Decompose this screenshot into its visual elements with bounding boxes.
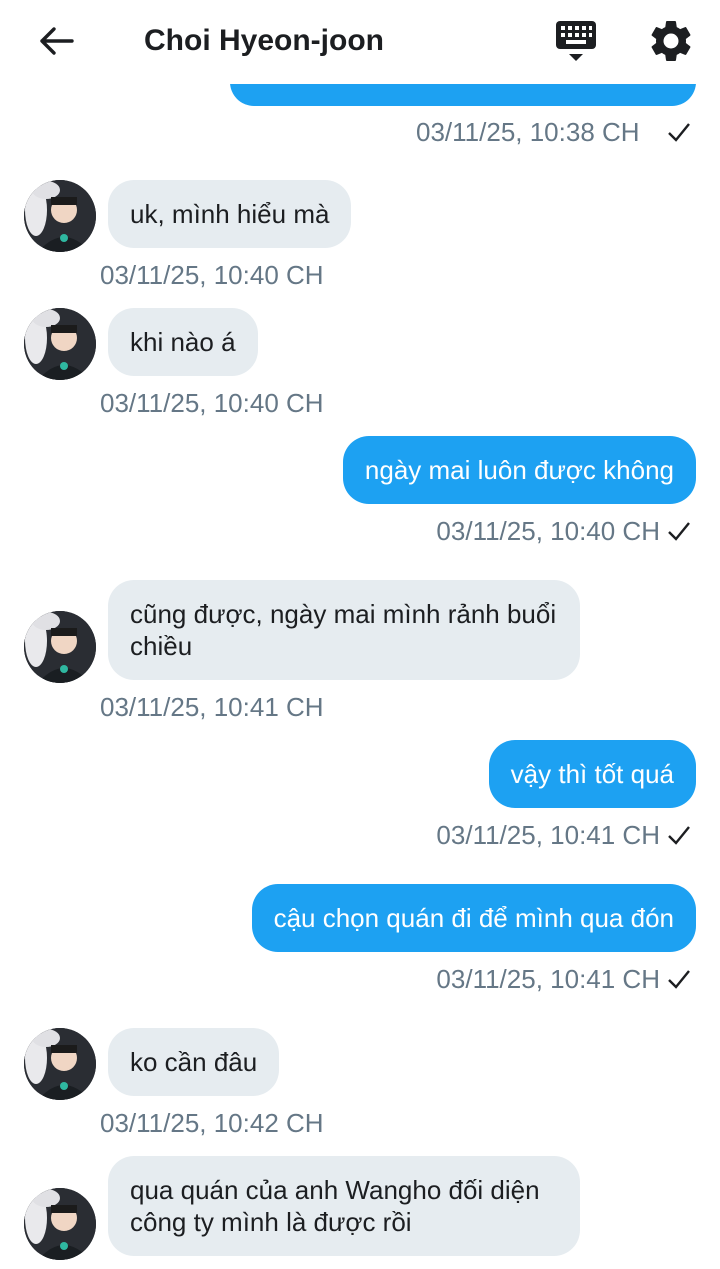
incoming-bubble[interactable]: khi nào á bbox=[108, 308, 258, 376]
avatar[interactable] bbox=[24, 180, 96, 252]
message-text: vậy thì tốt quá bbox=[510, 759, 674, 789]
check-icon bbox=[668, 522, 690, 541]
avatar[interactable] bbox=[24, 1028, 96, 1100]
message-timestamp: 03/11/25, 10:40 CH bbox=[100, 388, 324, 418]
avatar[interactable] bbox=[24, 611, 96, 683]
incoming-bubble[interactable]: qua quán của anh Wangho đối diện công ty… bbox=[108, 1156, 580, 1256]
message-text: uk, mình hiểu mà bbox=[130, 199, 330, 229]
back-button[interactable] bbox=[34, 22, 78, 60]
incoming-bubble[interactable]: uk, mình hiểu mà bbox=[108, 180, 352, 248]
message-timestamp: 03/11/25, 10:38 CH bbox=[416, 117, 640, 147]
avatar[interactable] bbox=[24, 1188, 96, 1260]
chat-header: Choi Hyeon-joon bbox=[0, 0, 720, 84]
chat-title: Choi Hyeon-joon bbox=[144, 24, 384, 57]
arrow-left-icon bbox=[40, 27, 74, 55]
avatar-image bbox=[24, 180, 96, 252]
settings-button[interactable] bbox=[646, 16, 696, 66]
check-icon bbox=[668, 123, 690, 142]
avatar-image bbox=[24, 611, 96, 683]
message-text: ko cần đâu bbox=[130, 1047, 258, 1077]
message-timestamp: 03/11/25, 10:41 CH bbox=[436, 820, 660, 850]
avatar[interactable] bbox=[24, 308, 96, 380]
message-timestamp: 03/11/25, 10:41 CH bbox=[436, 964, 660, 994]
outgoing-bubble[interactable]: ngày mai luôn được không bbox=[342, 436, 696, 504]
keyboard-icon bbox=[556, 21, 596, 61]
check-icon bbox=[668, 970, 690, 989]
gear-icon bbox=[651, 20, 691, 61]
message-text: cũng được, ngày mai mình rảnh buổi chiều bbox=[130, 599, 557, 661]
outgoing-bubble[interactable]: cậu chọn quán đi để mình qua đón bbox=[251, 884, 696, 952]
message-timestamp: 03/11/25, 10:42 CH bbox=[100, 1108, 324, 1138]
incoming-bubble[interactable]: ko cần đâu bbox=[108, 1028, 280, 1096]
message-timestamp: 03/11/25, 10:41 CH bbox=[100, 692, 324, 722]
check-icon bbox=[668, 826, 690, 845]
message-text: ngày mai luôn được không bbox=[364, 455, 674, 485]
outgoing-bubble[interactable]: vậy thì tốt quá bbox=[488, 740, 696, 808]
message-text: cậu chọn quán đi để mình qua đón bbox=[273, 903, 674, 933]
avatar-image bbox=[24, 308, 96, 380]
message-timestamp: 03/11/25, 10:40 CH bbox=[100, 260, 324, 290]
message-text: khi nào á bbox=[130, 327, 236, 357]
avatar-image bbox=[24, 1188, 96, 1260]
message-text: qua quán của anh Wangho đối diện công ty… bbox=[130, 1175, 540, 1237]
message-timestamp: 03/11/25, 10:40 CH bbox=[436, 516, 660, 546]
incoming-bubble[interactable]: cũng được, ngày mai mình rảnh buổi chiều bbox=[108, 580, 580, 680]
keyboard-button[interactable] bbox=[552, 18, 600, 64]
avatar-image bbox=[24, 1028, 96, 1100]
